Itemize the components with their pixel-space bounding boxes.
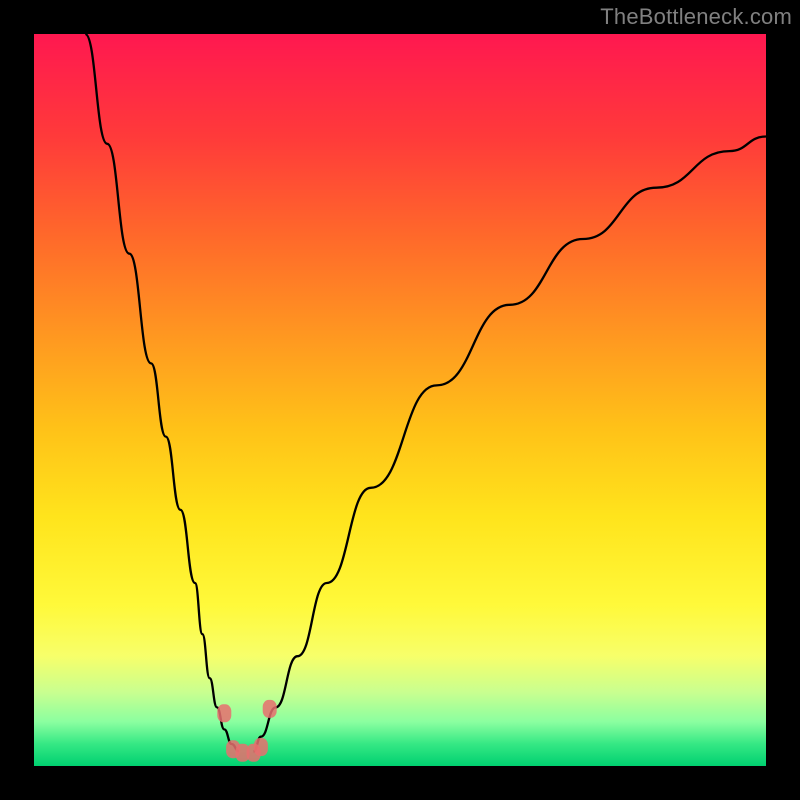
curve-left-branch xyxy=(85,34,239,751)
data-marker xyxy=(263,700,277,718)
curve-right-branch xyxy=(254,137,766,752)
watermark-text: TheBottleneck.com xyxy=(600,4,792,30)
plot-area xyxy=(34,34,766,766)
data-marker xyxy=(254,738,268,756)
data-marker xyxy=(217,704,231,722)
curve-svg xyxy=(34,34,766,766)
chart-frame: TheBottleneck.com xyxy=(0,0,800,800)
